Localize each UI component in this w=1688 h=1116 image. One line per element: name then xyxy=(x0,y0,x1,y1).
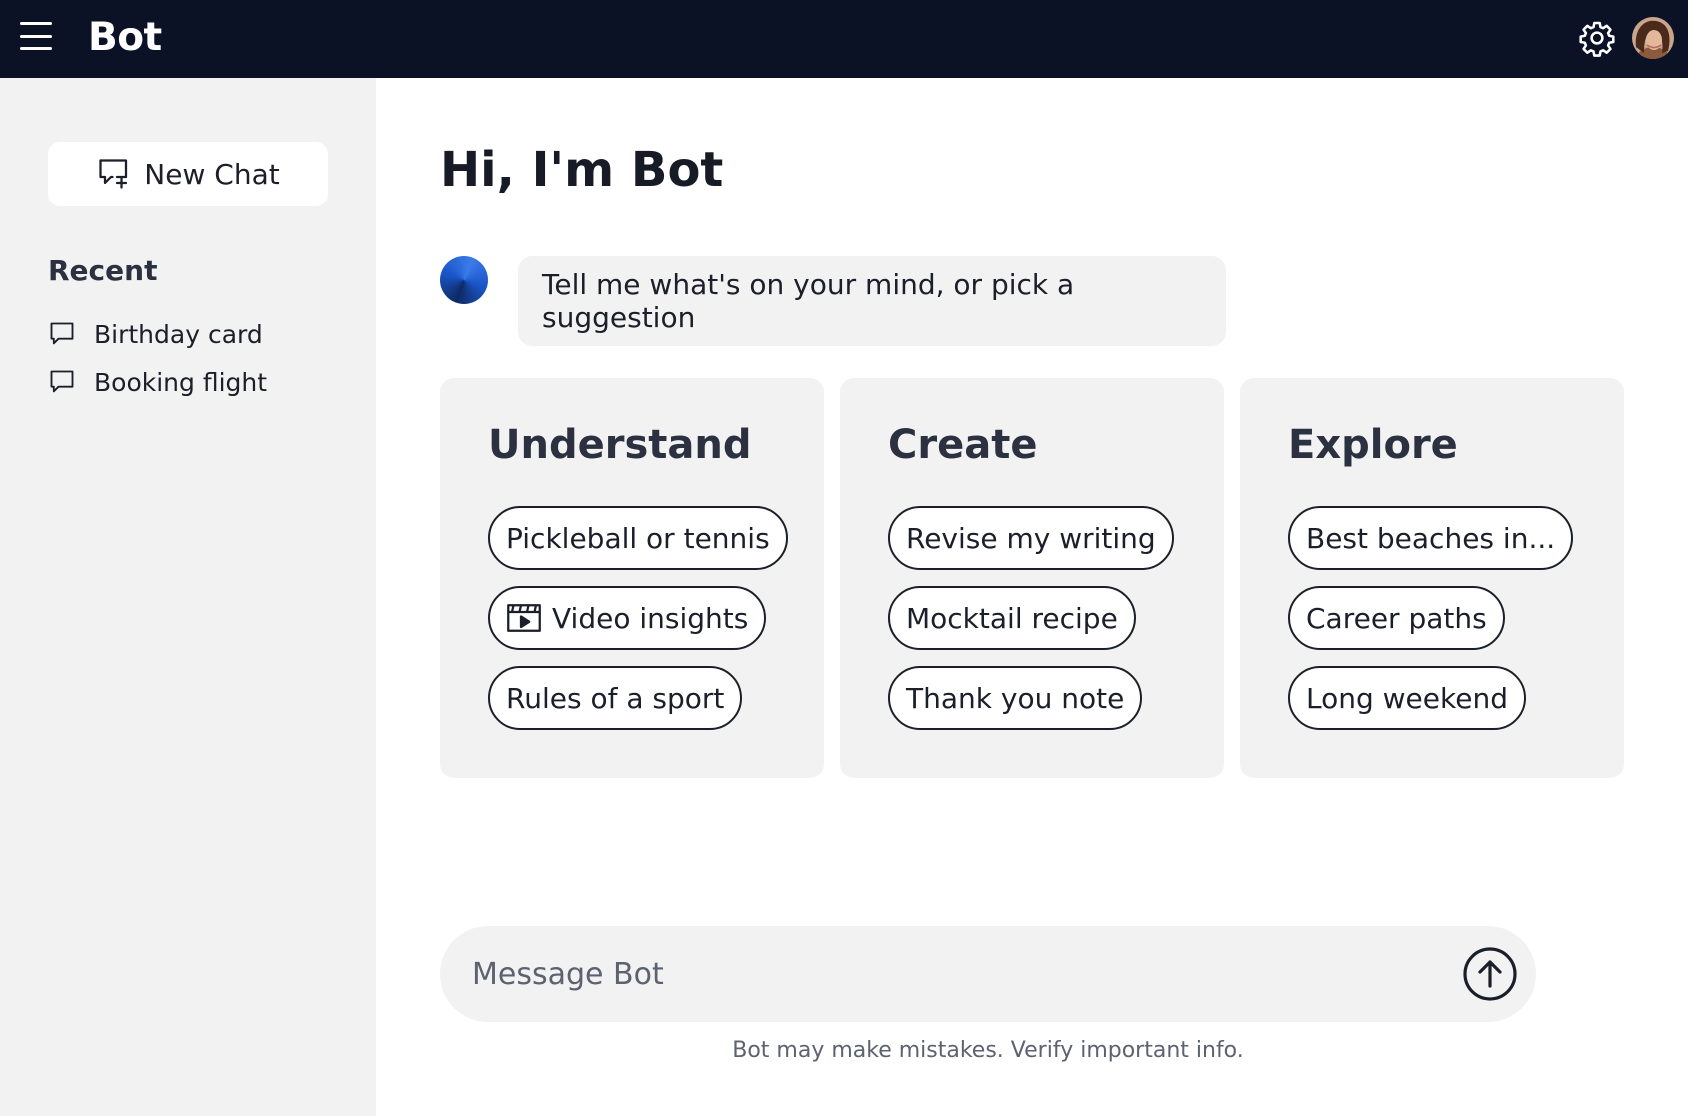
chip-label: Rules of a sport xyxy=(506,681,725,715)
suggestion-card-create: Create Revise my writing Mocktail recipe… xyxy=(840,378,1224,778)
suggestion-card-explore: Explore Best beaches in... Career paths … xyxy=(1240,378,1624,778)
bot-avatar xyxy=(440,256,488,304)
suggestion-chip[interactable]: Career paths xyxy=(1288,586,1505,650)
top-bar: Bot xyxy=(0,0,1688,78)
recent-heading: Recent xyxy=(48,254,158,287)
chip-label: Video insights xyxy=(552,601,749,635)
menu-line xyxy=(20,34,52,38)
chat-bubble-icon xyxy=(50,322,74,345)
suggestion-chip[interactable]: Thank you note xyxy=(888,666,1143,730)
suggestion-chip[interactable]: Revise my writing xyxy=(888,506,1174,570)
recent-item[interactable]: Birthday card xyxy=(48,314,263,354)
card-title: Create xyxy=(888,422,1038,468)
chat-plus-icon xyxy=(99,159,128,189)
recent-item-label: Booking flight xyxy=(94,367,268,397)
new-chat-label: New Chat xyxy=(144,157,280,191)
bot-message: Tell me what's on your mind, or pick a s… xyxy=(518,256,1226,346)
suggestion-chip[interactable]: Video insights xyxy=(488,586,767,650)
chip-label: Mocktail recipe xyxy=(906,601,1118,635)
arrow-up-circle-icon[interactable] xyxy=(1462,946,1518,1002)
recent-item-label: Birthday card xyxy=(94,319,263,349)
menu-line xyxy=(20,22,52,25)
chip-label: Revise my writing xyxy=(906,521,1156,555)
suggestion-chip[interactable]: Long weekend xyxy=(1288,666,1526,730)
message-input[interactable] xyxy=(472,946,1432,1002)
chip-label: Thank you note xyxy=(906,681,1125,715)
suggestion-chip[interactable]: Mocktail recipe xyxy=(888,586,1136,650)
app-title: Bot xyxy=(88,15,162,60)
disclaimer-text: Bot may make mistakes. Verify important … xyxy=(732,1038,1244,1063)
video-icon xyxy=(507,604,541,632)
chip-label: Pickleball or tennis xyxy=(506,521,770,555)
page-title: Hi, I'm Bot xyxy=(440,142,724,198)
suggestion-chip[interactable]: Pickleball or tennis xyxy=(488,506,788,570)
message-composer xyxy=(440,926,1536,1022)
recent-item[interactable]: Booking flight xyxy=(48,362,267,402)
chip-label: Career paths xyxy=(1306,601,1487,635)
suggestion-chip[interactable]: Rules of a sport xyxy=(488,666,743,730)
menu-line xyxy=(20,47,52,50)
chip-label: Best beaches in... xyxy=(1306,521,1556,555)
sidebar: New Chat Recent Birthday card Booking fl… xyxy=(0,78,376,1116)
user-avatar[interactable] xyxy=(1632,17,1674,59)
hamburger-icon[interactable] xyxy=(18,18,54,54)
suggestion-chip[interactable]: Best beaches in... xyxy=(1288,506,1574,570)
chat-bubble-icon xyxy=(50,370,74,393)
chip-label: Long weekend xyxy=(1306,681,1508,715)
bot-message-text: Tell me what's on your mind, or pick a s… xyxy=(542,268,1075,334)
main-area: Hi, I'm Bot Tell me what's on your mind,… xyxy=(376,78,1688,1116)
card-title: Explore xyxy=(1288,422,1458,468)
suggestion-card-understand: Understand Pickleball or tennis Video in… xyxy=(440,378,824,778)
new-chat-button[interactable]: New Chat xyxy=(48,142,328,206)
card-title: Understand xyxy=(488,422,752,468)
gear-icon[interactable] xyxy=(1578,19,1616,57)
